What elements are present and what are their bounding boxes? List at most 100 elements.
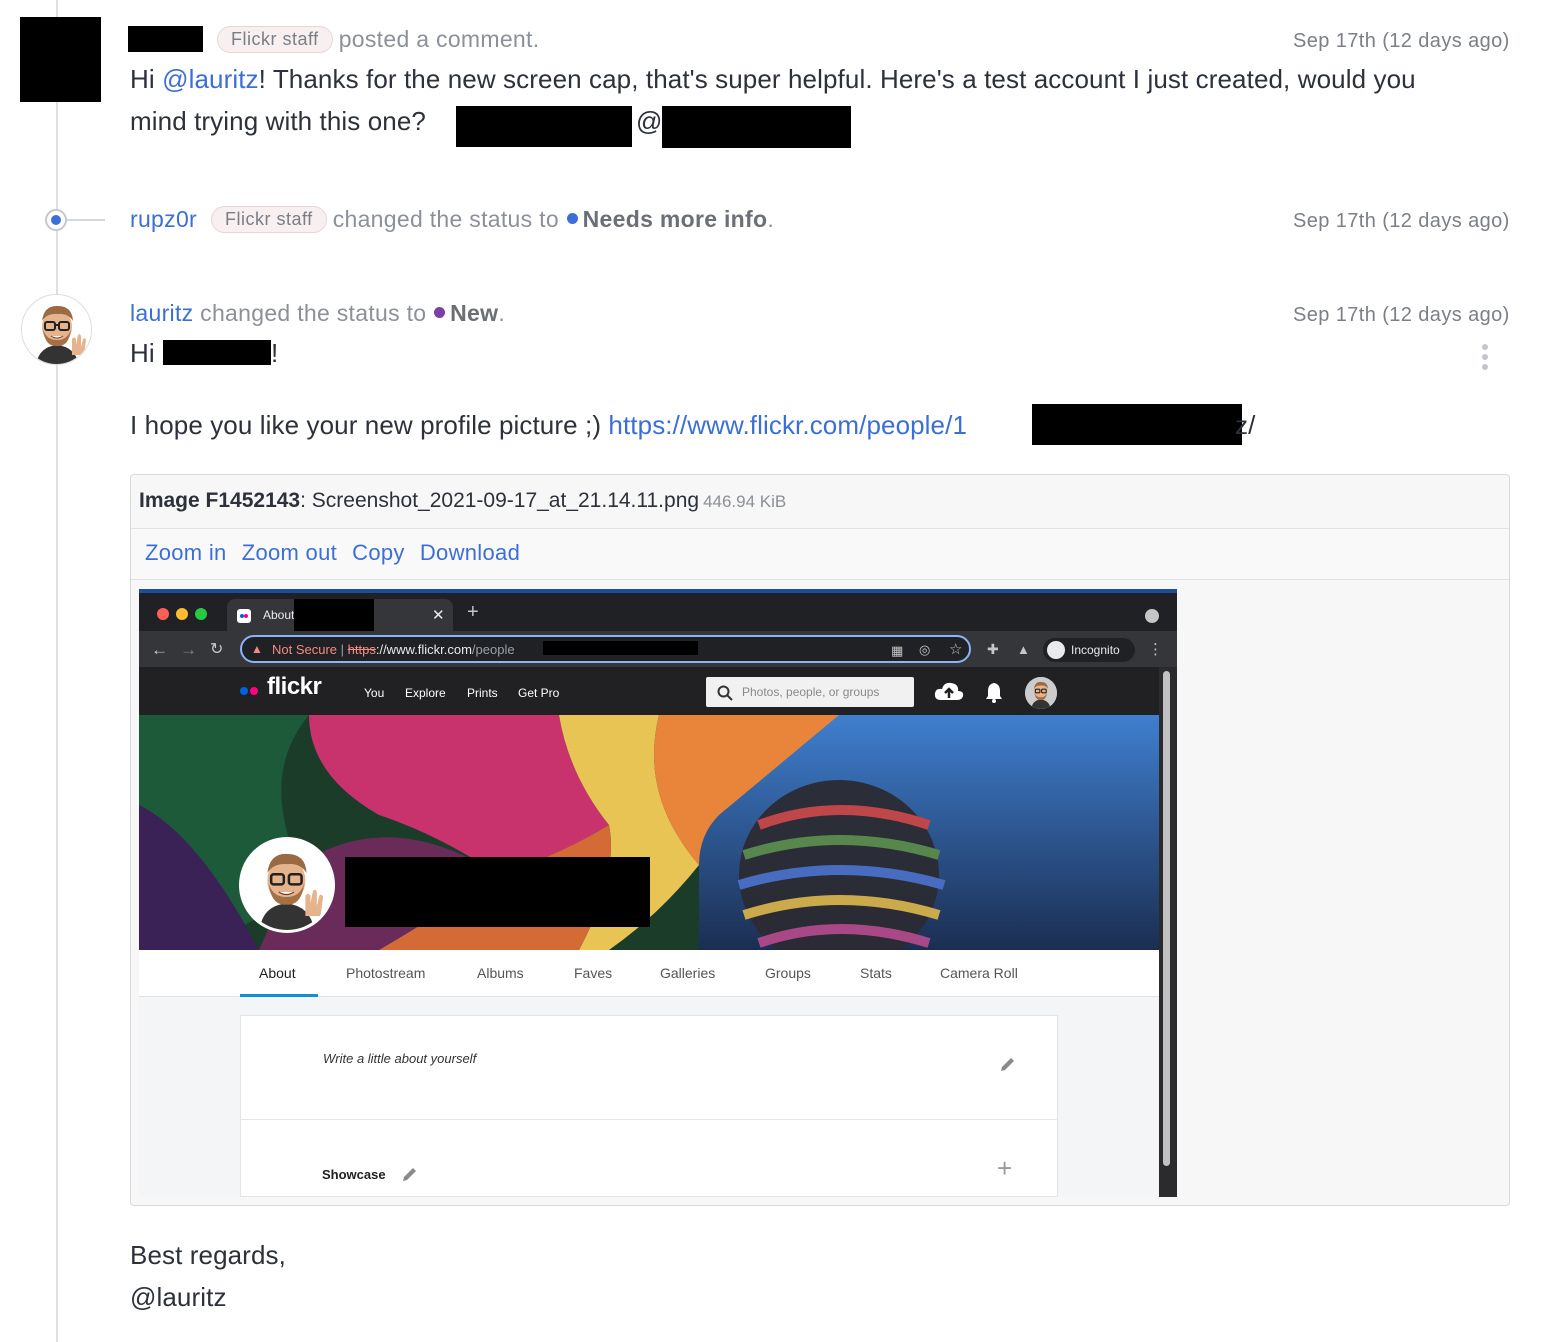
not-secure-label: Not Secure xyxy=(272,642,338,657)
logo-dot-blue xyxy=(240,687,248,695)
subnav-camera-roll: Camera Roll xyxy=(940,965,1018,981)
redacted-tab-title xyxy=(294,599,374,631)
text-span: : xyxy=(300,489,306,512)
signature-mention[interactable]: @lauritz xyxy=(130,1276,227,1318)
bell-icon xyxy=(986,683,1002,703)
labs-icon: ▲ xyxy=(1017,642,1030,657)
close-dot-icon xyxy=(157,608,169,620)
tab-title: About xyxy=(263,608,295,622)
subnav-faves: Faves xyxy=(574,965,613,981)
zoom-out-link[interactable]: Zoom out xyxy=(242,540,337,565)
image-attachment: Image F1452143: Screenshot_2021-09-17_at… xyxy=(130,474,1510,1206)
subnav-albums: Albums xyxy=(477,965,524,981)
forward-icon: → xyxy=(180,640,197,659)
reload-icon: ↻ xyxy=(210,641,224,658)
status-dot-icon xyxy=(566,213,578,224)
status-dot-icon xyxy=(434,307,446,318)
file-name: Screenshot_2021-09-17_at_21.14.11.png xyxy=(311,489,700,512)
lauritz-avatar[interactable] xyxy=(21,294,92,365)
text-span: Hi xyxy=(130,338,155,368)
comment-body-line: mind trying with this one? xyxy=(130,100,426,142)
text-span: . xyxy=(767,206,775,232)
url-path: /people xyxy=(471,642,515,657)
profile-link-end[interactable]: z/ xyxy=(1235,404,1255,446)
nav-explore: Explore xyxy=(405,686,446,700)
window-edge xyxy=(139,589,1177,593)
comment-timestamp[interactable]: Sep 17th (12 days ago) xyxy=(1293,30,1510,53)
card-divider xyxy=(240,1119,1058,1120)
new-tab-icon: + xyxy=(467,601,479,623)
download-link[interactable]: Download xyxy=(420,540,520,565)
file-header: Image F1452143: Screenshot_2021-09-17_at… xyxy=(131,475,1509,529)
comment-header: Flickr staff posted a comment. xyxy=(128,26,539,53)
mention-link[interactable]: @lauritz xyxy=(162,64,259,94)
staff-badge: Flickr staff xyxy=(211,206,327,233)
user-avatar-small xyxy=(1025,677,1057,709)
file-label: Image F1452143 xyxy=(139,489,301,512)
profile-avatar xyxy=(239,837,335,933)
timeline-node-icon xyxy=(45,209,67,231)
subnav-galleries: Galleries xyxy=(660,965,716,981)
close-tab-icon: ✕ xyxy=(432,607,445,624)
comment-body-line: Hi @lauritz! Thanks for the new screen c… xyxy=(130,58,1416,100)
scrollbar-thumb xyxy=(1163,671,1170,1166)
nav-you: You xyxy=(364,686,385,700)
status-action: changed the status to xyxy=(200,300,427,326)
nav-prints: Prints xyxy=(467,686,498,700)
timeline-connector xyxy=(67,219,105,221)
redacted-email-user xyxy=(456,106,632,147)
status-change-header: rupz0r Flickr staff changed the status to … xyxy=(130,206,774,233)
url-protocol: https xyxy=(347,642,376,657)
separator: | xyxy=(337,642,348,657)
copy-link[interactable]: Copy xyxy=(352,540,405,565)
text-span: I hope you like your new profile picture… xyxy=(130,410,609,440)
username-link[interactable]: lauritz xyxy=(130,300,193,326)
flickr-search: Photos, people, or groups xyxy=(706,677,914,707)
subnav-about: About xyxy=(259,965,296,981)
timeline-line xyxy=(56,0,58,1342)
more-options-icon[interactable] xyxy=(1479,344,1491,376)
text-span: ! Thanks for the new screen cap, that's … xyxy=(258,64,1416,94)
edit-pencil-icon xyxy=(403,1168,416,1181)
maximize-dot-icon xyxy=(195,608,207,620)
redacted-avatar xyxy=(20,17,101,102)
bookmark-star-icon: ☆ xyxy=(949,641,963,658)
url-host: ://www.flickr.com xyxy=(375,642,472,657)
search-icon xyxy=(717,685,733,701)
comment-header: lauritz changed the status to New. xyxy=(130,300,505,327)
incognito-label: Incognito xyxy=(1071,643,1120,657)
subnav-stats: Stats xyxy=(860,965,892,981)
eye-off-icon: ◎ xyxy=(919,642,931,657)
staff-badge: Flickr staff xyxy=(217,26,333,53)
tab-search-icon xyxy=(1145,609,1159,623)
back-icon: ← xyxy=(151,640,168,659)
closing-text: Best regards, xyxy=(130,1240,286,1270)
edit-pencil-icon xyxy=(1001,1058,1014,1071)
comment-timestamp[interactable]: Sep 17th (12 days ago) xyxy=(1293,304,1510,327)
redacted-url xyxy=(543,641,698,655)
comment-body-line: I hope you like your new profile picture… xyxy=(130,404,967,446)
zoom-in-link[interactable]: Zoom in xyxy=(145,540,227,565)
file-size: 446.94 KiB xyxy=(703,492,787,511)
redacted-username xyxy=(128,26,203,52)
status-timestamp[interactable]: Sep 17th (12 days ago) xyxy=(1293,210,1510,233)
redacted-email-domain xyxy=(662,106,851,148)
browser-menu-icon: ⋮ xyxy=(1148,641,1163,658)
email-at[interactable]: @ xyxy=(636,100,663,142)
flickr-favicon-icon xyxy=(237,609,251,623)
redacted-profile-name xyxy=(345,857,650,927)
status-value: New xyxy=(450,300,499,326)
subnav-groups: Groups xyxy=(765,965,811,981)
comment-action: posted a comment. xyxy=(338,26,540,52)
redacted-username xyxy=(163,340,271,365)
text-span: mind trying with this one? xyxy=(130,106,426,136)
greeting-end: ! xyxy=(271,338,279,368)
profile-link[interactable]: https://www.flickr.com/people/1 xyxy=(608,410,967,440)
greeting-line: Hi xyxy=(130,332,155,374)
profile-subnav: About Photostream Albums Faves Galleries… xyxy=(139,950,1159,997)
screenshot-image[interactable]: About ✕ + ← → ↻ Not Secure | https://www… xyxy=(139,589,1177,1197)
username-link[interactable]: rupz0r xyxy=(130,206,197,232)
status-action: changed the status to xyxy=(332,206,559,232)
about-placeholder: Write a little about yourself xyxy=(323,1051,477,1066)
incognito-icon xyxy=(1047,641,1065,659)
